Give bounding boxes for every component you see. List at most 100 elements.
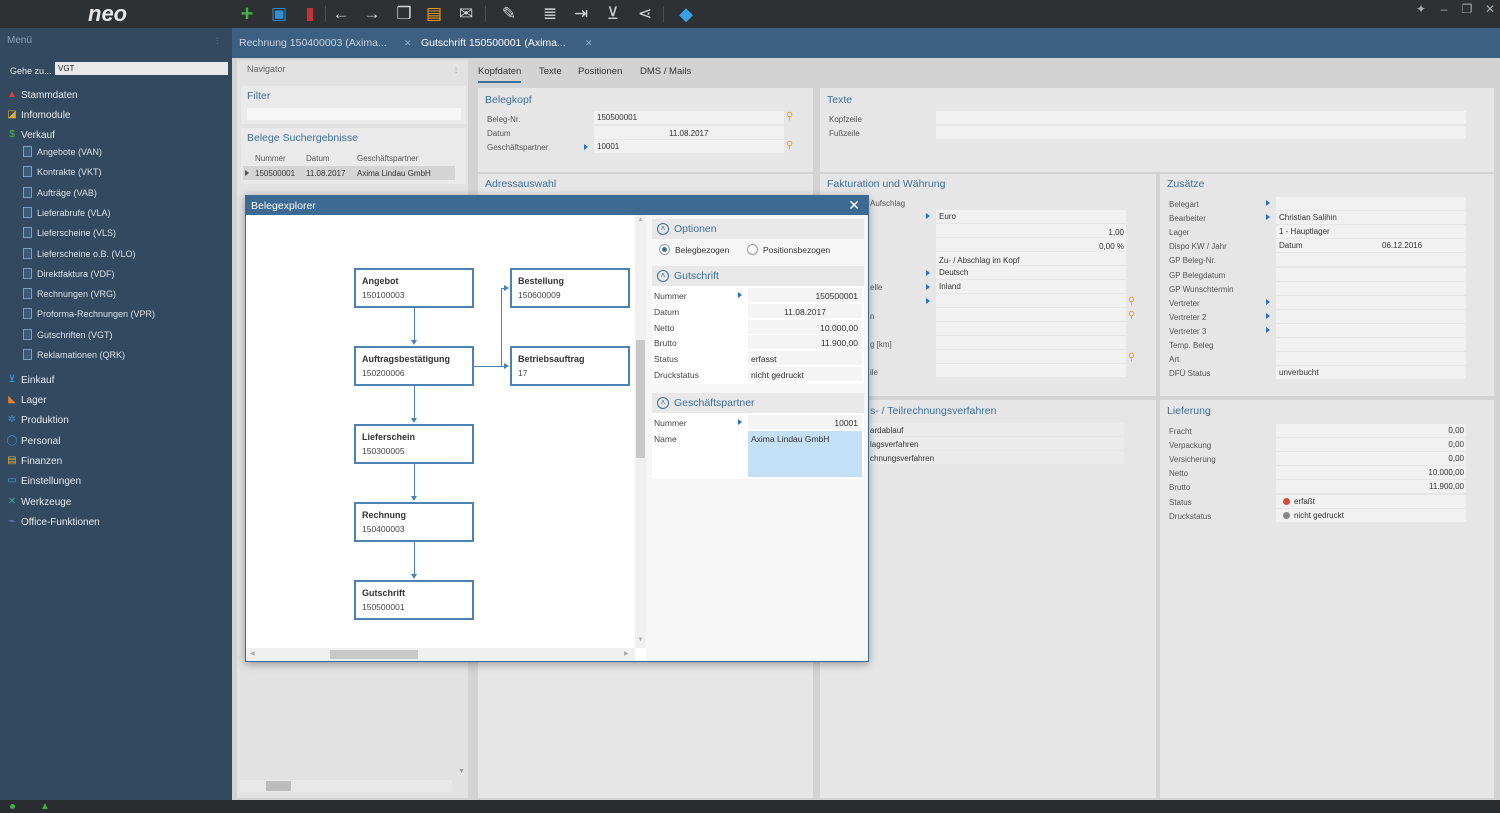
sidebar-subitem[interactable]: Lieferscheine (VLS) (0, 225, 232, 243)
tab-positionen[interactable]: Positionen (578, 66, 622, 77)
optionen-header[interactable]: ˄ Optionen (652, 219, 864, 239)
navigate-arrow-icon[interactable] (926, 298, 930, 304)
scrollbar-thumb[interactable] (636, 340, 645, 458)
radio-belegbezogen[interactable] (659, 244, 670, 255)
add-icon[interactable]: + (236, 3, 258, 25)
zusaetze-field[interactable] (1276, 267, 1466, 281)
sidebar-item-stammdaten[interactable]: ▲ Stammdaten (0, 87, 232, 105)
sidebar-item-lager[interactable]: ◣ Lager (0, 392, 232, 410)
minimize-icon[interactable]: – (1435, 2, 1453, 18)
collapse-icon[interactable]: ˄ (657, 223, 669, 235)
tab-gutschrift[interactable]: Gutschrift 150500001 (Axima... (421, 37, 566, 49)
zusaetze-field[interactable] (1276, 281, 1466, 295)
sidebar-item-personal[interactable]: ◯ Personal (0, 433, 232, 451)
partner-header[interactable]: ˄ Geschäftspartner (652, 393, 864, 413)
search-icon[interactable]: ⚲ (1128, 296, 1135, 307)
export-icon[interactable]: ⇥ (570, 4, 592, 24)
scroll-down-icon[interactable]: ▼ (635, 637, 646, 643)
search-icon[interactable]: ⚲ (786, 111, 793, 122)
zusaetze-field[interactable] (1276, 309, 1466, 323)
column-header[interactable]: Geschäftspartner (357, 154, 418, 163)
sidebar-item-werkzeuge[interactable]: ✕ Werkzeuge (0, 494, 232, 512)
navigate-arrow-icon[interactable] (1266, 200, 1270, 206)
scroll-down-icon[interactable]: ▼ (458, 768, 465, 775)
sidebar-subitem[interactable]: Angebote (VAN) (0, 144, 232, 162)
list-import-icon[interactable]: ≣ (539, 4, 561, 24)
zusaetze-field[interactable] (1276, 338, 1466, 351)
goto-input[interactable] (55, 62, 228, 75)
back-arrow-icon[interactable]: ← (330, 4, 352, 24)
print-icon[interactable]: ▤ (423, 4, 445, 24)
sidebar-subitem[interactable]: Proforma-Rechnungen (VPR) (0, 306, 232, 324)
navigate-arrow-icon[interactable] (1266, 312, 1270, 319)
zusaetze-field[interactable] (1276, 239, 1466, 253)
flow-node-betriebsauftrag[interactable]: Betriebsauftrag 17 (510, 346, 630, 386)
column-header[interactable]: Nummer (255, 154, 286, 163)
pin-icon[interactable]: ✦ (1412, 2, 1430, 18)
edit-icon[interactable]: ✎ (498, 4, 520, 24)
fakturierung-field[interactable] (936, 336, 1126, 349)
scrollbar-thumb[interactable] (266, 781, 291, 791)
fusszeile-field[interactable] (936, 126, 1466, 139)
fakturierung-field[interactable] (936, 350, 1126, 363)
zusaetze-field[interactable] (1276, 323, 1466, 337)
navigate-arrow-icon[interactable] (1266, 298, 1270, 305)
column-header[interactable]: Datum (306, 154, 330, 163)
scroll-right-icon[interactable]: ▶ (624, 650, 629, 657)
sidebar-item-office-funktionen[interactable]: ⌁ Office-Funktionen (0, 514, 232, 532)
sidebar-item-finanzen[interactable]: ▤ Finanzen (0, 453, 232, 471)
tab-kopfdaten[interactable]: Kopfdaten (478, 66, 522, 83)
filter-input[interactable] (247, 108, 461, 120)
collapse-icon[interactable]: ˄ (657, 397, 669, 409)
partner-field[interactable] (594, 140, 784, 153)
restore-icon[interactable]: ❐ (1458, 2, 1476, 18)
forward-arrow-icon[interactable]: → (361, 4, 383, 24)
sidebar-subitem[interactable]: Reklamationen (QRK) (0, 347, 232, 365)
zusaetze-field[interactable] (1276, 352, 1466, 366)
fakturierung-field[interactable] (936, 294, 1126, 307)
copy-icon[interactable]: ❐ (393, 4, 415, 24)
flow-node-auftragsbestaetigung[interactable]: Auftragsbestätigung 150200006 (354, 346, 474, 386)
sidebar-subitem[interactable]: Gutschriften (VGT) (0, 327, 232, 345)
sidebar-subitem[interactable]: Direktfaktura (VDF) (0, 266, 232, 284)
fakturierung-field[interactable] (936, 322, 1126, 335)
fakturierung-field[interactable] (936, 364, 1126, 377)
flow-node-angebot[interactable]: Angebot 150100003 (354, 268, 474, 308)
bell-icon[interactable]: ▲ (40, 801, 50, 812)
fakturierung-field[interactable] (936, 308, 1126, 321)
horizontal-scrollbar[interactable]: ◀ ▶ (246, 648, 635, 661)
navigate-arrow-icon[interactable] (1266, 326, 1270, 333)
tab-close-icon[interactable]: ✕ (404, 38, 412, 49)
share-icon[interactable]: ⋖ (634, 4, 656, 24)
tab-rechnung[interactable]: Rechnung 150400003 (Axima... (239, 37, 387, 49)
tab-texte[interactable]: Texte (539, 66, 562, 77)
search-icon[interactable]: ⚲ (1128, 352, 1135, 363)
tab-close-icon[interactable]: ✕ (585, 38, 593, 49)
dropbox-icon[interactable]: ◆ (675, 4, 697, 24)
search-icon[interactable]: ⚲ (786, 140, 793, 151)
radio-positionsbezogen[interactable] (747, 244, 758, 255)
fakturierung-field[interactable] (936, 280, 1126, 293)
scrollbar-thumb[interactable] (330, 650, 418, 659)
gutschrift-header[interactable]: ˄ Gutschrift (652, 266, 864, 286)
close-icon[interactable]: ✕ (848, 197, 860, 214)
zusaetze-field[interactable] (1276, 295, 1466, 309)
flow-node-lieferschein[interactable]: Lieferschein 150300005 (354, 424, 474, 464)
sidebar-subitem[interactable]: Lieferscheine o.B. (VLO) (0, 246, 232, 264)
flow-node-rechnung[interactable]: Rechnung 150400003 (354, 502, 474, 542)
scroll-left-icon[interactable]: ◀ (250, 650, 255, 657)
mail-icon[interactable]: ✉ (455, 4, 477, 24)
kopfzeile-field[interactable] (936, 111, 1466, 124)
zusaetze-field[interactable] (1276, 197, 1466, 210)
teilrechnung-row[interactable] (866, 423, 1124, 436)
scroll-up-icon[interactable]: ▲ (635, 217, 646, 223)
navigate-arrow-icon[interactable] (926, 270, 930, 276)
cart-icon[interactable]: ⊻ (602, 4, 624, 24)
sidebar-subitem[interactable]: Kontrakte (VKT) (0, 164, 232, 182)
pin-icon[interactable]: ⫶ (455, 66, 457, 76)
search-icon[interactable]: ⚲ (1128, 310, 1135, 321)
sidebar-subitem[interactable]: Lieferabrufe (VLA) (0, 205, 232, 223)
navigate-arrow-icon[interactable] (738, 292, 742, 298)
sidebar-item-infomodule[interactable]: ◪ Infomodule (0, 107, 232, 125)
sidebar-item-verkauf[interactable]: $ Verkauf (0, 127, 232, 145)
